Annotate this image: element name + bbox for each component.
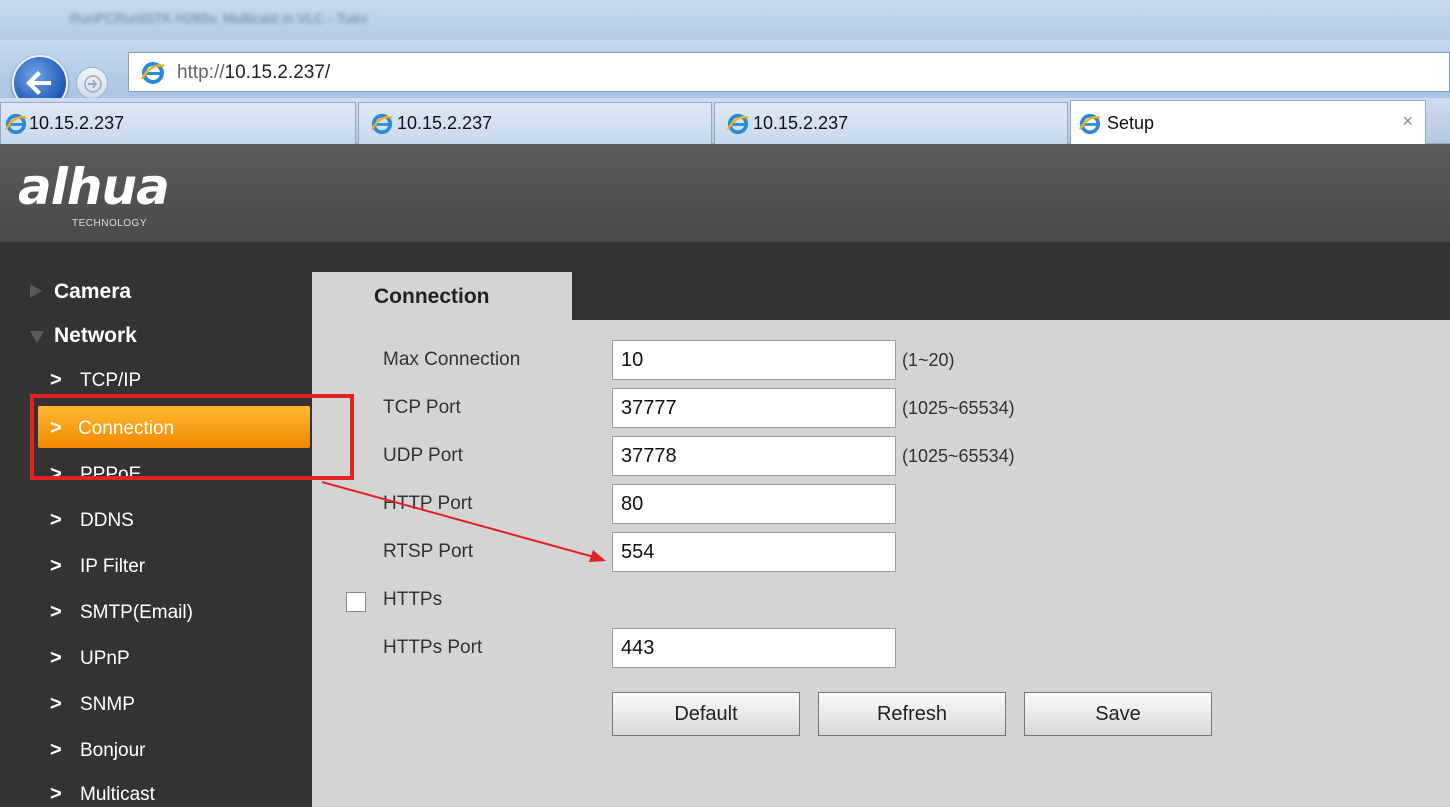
screenshot-root: RunPCRuntSTK H265v, Multicast in VLC - T… <box>0 0 1450 807</box>
annotation-arrow <box>321 481 606 562</box>
